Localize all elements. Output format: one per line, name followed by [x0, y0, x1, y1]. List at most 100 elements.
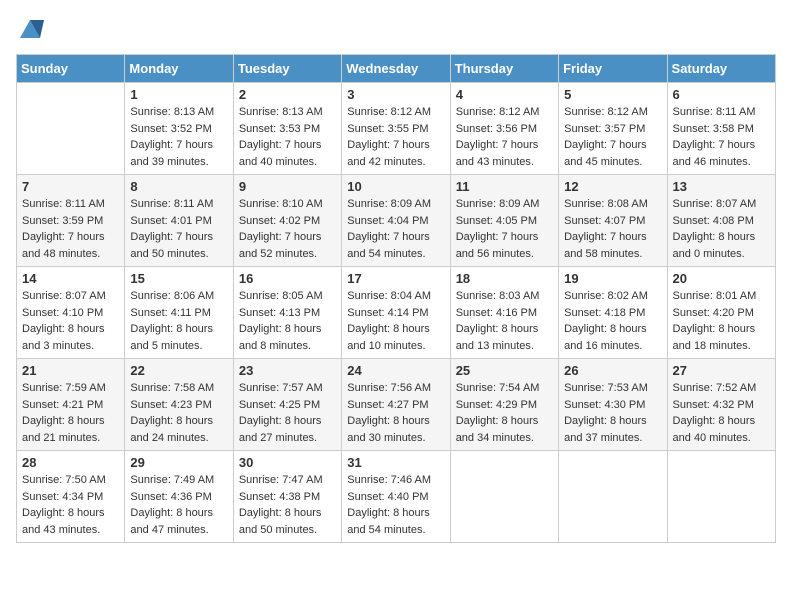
- day-info: Sunrise: 8:11 AMSunset: 4:01 PMDaylight:…: [130, 196, 227, 262]
- day-number: 9: [239, 179, 336, 194]
- calendar-cell: 29Sunrise: 7:49 AMSunset: 4:36 PMDayligh…: [125, 451, 233, 543]
- day-number: 27: [673, 363, 770, 378]
- calendar-cell: 21 Sunrise: 7:59 AMSunset: 4:21 PMDayligh…: [17, 359, 125, 451]
- day-number: 21: [22, 363, 119, 378]
- calendar-cell: 22Sunrise: 7:58 AMSunset: 4:23 PMDayligh…: [125, 359, 233, 451]
- day-info: Sunrise: 8:11 AMSunset: 3:59 PMDaylight:…: [22, 196, 119, 262]
- day-info: Sunrise: 7:53 AMSunset: 4:30 PMDaylight:…: [564, 380, 661, 446]
- day-number: 6: [673, 87, 770, 102]
- day-number: 15: [130, 271, 227, 286]
- day-number: 7: [22, 179, 119, 194]
- day-number: 10: [347, 179, 444, 194]
- day-info: Sunrise: 7:52 AMSunset: 4:32 PMDaylight:…: [673, 380, 770, 446]
- calendar-week-row: 1 Sunrise: 8:13 AMSunset: 3:52 PMDaylight…: [17, 83, 776, 175]
- calendar-cell: 2 Sunrise: 8:13 AMSunset: 3:53 PMDaylight…: [233, 83, 341, 175]
- calendar-cell: 28Sunrise: 7:50 AMSunset: 4:34 PMDayligh…: [17, 451, 125, 543]
- day-number: 3: [347, 87, 444, 102]
- day-number: 26: [564, 363, 661, 378]
- day-info: Sunrise: 8:09 AMSunset: 4:05 PMDaylight:…: [456, 196, 553, 262]
- calendar-cell: 18Sunrise: 8:03 AMSunset: 4:16 PMDayligh…: [450, 267, 558, 359]
- day-info: Sunrise: 7:47 AMSunset: 4:38 PMDaylight:…: [239, 472, 336, 538]
- day-info: Sunrise: 8:05 AMSunset: 4:13 PMDaylight:…: [239, 288, 336, 354]
- calendar-header-row: SundayMondayTuesdayWednesdayThursdayFrid…: [17, 55, 776, 83]
- day-number: 2: [239, 87, 336, 102]
- day-number: 11: [456, 179, 553, 194]
- day-info: Sunrise: 7:49 AMSunset: 4:36 PMDaylight:…: [130, 472, 227, 538]
- calendar-week-row: 21 Sunrise: 7:59 AMSunset: 4:21 PMDayligh…: [17, 359, 776, 451]
- calendar-cell: [450, 451, 558, 543]
- calendar-cell: 5Sunrise: 8:12 AMSunset: 3:57 PMDaylight…: [559, 83, 667, 175]
- day-number: 19: [564, 271, 661, 286]
- calendar-cell: 8 Sunrise: 8:11 AMSunset: 4:01 PMDaylight…: [125, 175, 233, 267]
- calendar-cell: 19 Sunrise: 8:02 AMSunset: 4:18 PMDayligh…: [559, 267, 667, 359]
- calendar-cell: [17, 83, 125, 175]
- day-number: 23: [239, 363, 336, 378]
- day-info: Sunrise: 8:04 AMSunset: 4:14 PMDaylight:…: [347, 288, 444, 354]
- day-number: 4: [456, 87, 553, 102]
- day-number: 20: [673, 271, 770, 286]
- calendar-cell: 16 Sunrise: 8:05 AMSunset: 4:13 PMDayligh…: [233, 267, 341, 359]
- day-info: Sunrise: 7:57 AMSunset: 4:25 PMDaylight:…: [239, 380, 336, 446]
- day-info: Sunrise: 8:13 AMSunset: 3:52 PMDaylight:…: [130, 104, 227, 170]
- calendar-cell: 23 Sunrise: 7:57 AMSunset: 4:25 PMDayligh…: [233, 359, 341, 451]
- day-info: Sunrise: 8:06 AMSunset: 4:11 PMDaylight:…: [130, 288, 227, 354]
- calendar-cell: 17 Sunrise: 8:04 AMSunset: 4:14 PMDayligh…: [342, 267, 450, 359]
- day-info: Sunrise: 8:01 AMSunset: 4:20 PMDaylight:…: [673, 288, 770, 354]
- day-number: 25: [456, 363, 553, 378]
- day-info: Sunrise: 8:12 AMSunset: 3:57 PMDaylight:…: [564, 104, 661, 170]
- day-info: Sunrise: 8:07 AMSunset: 4:08 PMDaylight:…: [673, 196, 770, 262]
- weekday-header: Saturday: [667, 55, 775, 83]
- calendar-cell: 26 Sunrise: 7:53 AMSunset: 4:30 PMDayligh…: [559, 359, 667, 451]
- day-info: Sunrise: 7:59 AMSunset: 4:21 PMDaylight:…: [22, 380, 119, 446]
- day-info: Sunrise: 8:12 AMSunset: 3:56 PMDaylight:…: [456, 104, 553, 170]
- day-info: Sunrise: 8:07 AMSunset: 4:10 PMDaylight:…: [22, 288, 119, 354]
- calendar-cell: 10Sunrise: 8:09 AMSunset: 4:04 PMDayligh…: [342, 175, 450, 267]
- day-info: Sunrise: 7:56 AMSunset: 4:27 PMDaylight:…: [347, 380, 444, 446]
- weekday-header: Monday: [125, 55, 233, 83]
- weekday-header: Sunday: [17, 55, 125, 83]
- calendar-cell: 25 Sunrise: 7:54 AMSunset: 4:29 PMDayligh…: [450, 359, 558, 451]
- calendar-cell: 31 Sunrise: 7:46 AMSunset: 4:40 PMDayligh…: [342, 451, 450, 543]
- calendar-cell: 12 Sunrise: 8:08 AMSunset: 4:07 PMDayligh…: [559, 175, 667, 267]
- day-number: 16: [239, 271, 336, 286]
- calendar-cell: 4 Sunrise: 8:12 AMSunset: 3:56 PMDaylight…: [450, 83, 558, 175]
- calendar-cell: 11 Sunrise: 8:09 AMSunset: 4:05 PMDayligh…: [450, 175, 558, 267]
- day-info: Sunrise: 8:13 AMSunset: 3:53 PMDaylight:…: [239, 104, 336, 170]
- day-info: Sunrise: 7:46 AMSunset: 4:40 PMDaylight:…: [347, 472, 444, 538]
- day-number: 30: [239, 455, 336, 470]
- calendar-week-row: 14 Sunrise: 8:07 AMSunset: 4:10 PMDayligh…: [17, 267, 776, 359]
- calendar-cell: 7 Sunrise: 8:11 AMSunset: 3:59 PMDaylight…: [17, 175, 125, 267]
- calendar-cell: 9 Sunrise: 8:10 AMSunset: 4:02 PMDaylight…: [233, 175, 341, 267]
- day-number: 14: [22, 271, 119, 286]
- day-info: Sunrise: 8:03 AMSunset: 4:16 PMDaylight:…: [456, 288, 553, 354]
- calendar-week-row: 28Sunrise: 7:50 AMSunset: 4:34 PMDayligh…: [17, 451, 776, 543]
- day-info: Sunrise: 8:08 AMSunset: 4:07 PMDaylight:…: [564, 196, 661, 262]
- page-header: [16, 16, 776, 44]
- day-number: 17: [347, 271, 444, 286]
- calendar-cell: 6 Sunrise: 8:11 AMSunset: 3:58 PMDaylight…: [667, 83, 775, 175]
- day-number: 1: [130, 87, 227, 102]
- weekday-header: Friday: [559, 55, 667, 83]
- calendar-cell: 24Sunrise: 7:56 AMSunset: 4:27 PMDayligh…: [342, 359, 450, 451]
- day-info: Sunrise: 7:54 AMSunset: 4:29 PMDaylight:…: [456, 380, 553, 446]
- calendar-cell: 13Sunrise: 8:07 AMSunset: 4:08 PMDayligh…: [667, 175, 775, 267]
- calendar-week-row: 7 Sunrise: 8:11 AMSunset: 3:59 PMDaylight…: [17, 175, 776, 267]
- day-number: 31: [347, 455, 444, 470]
- calendar-cell: [667, 451, 775, 543]
- weekday-header: Tuesday: [233, 55, 341, 83]
- day-info: Sunrise: 8:10 AMSunset: 4:02 PMDaylight:…: [239, 196, 336, 262]
- calendar-cell: [559, 451, 667, 543]
- day-info: Sunrise: 8:12 AMSunset: 3:55 PMDaylight:…: [347, 104, 444, 170]
- day-info: Sunrise: 7:58 AMSunset: 4:23 PMDaylight:…: [130, 380, 227, 446]
- calendar-cell: 30 Sunrise: 7:47 AMSunset: 4:38 PMDayligh…: [233, 451, 341, 543]
- weekday-header: Thursday: [450, 55, 558, 83]
- calendar-cell: 20 Sunrise: 8:01 AMSunset: 4:20 PMDayligh…: [667, 267, 775, 359]
- calendar-table: SundayMondayTuesdayWednesdayThursdayFrid…: [16, 54, 776, 543]
- day-number: 8: [130, 179, 227, 194]
- logo-icon: [16, 16, 44, 44]
- day-info: Sunrise: 8:02 AMSunset: 4:18 PMDaylight:…: [564, 288, 661, 354]
- calendar-cell: 1 Sunrise: 8:13 AMSunset: 3:52 PMDaylight…: [125, 83, 233, 175]
- day-info: Sunrise: 8:11 AMSunset: 3:58 PMDaylight:…: [673, 104, 770, 170]
- calendar-cell: 14 Sunrise: 8:07 AMSunset: 4:10 PMDayligh…: [17, 267, 125, 359]
- day-number: 12: [564, 179, 661, 194]
